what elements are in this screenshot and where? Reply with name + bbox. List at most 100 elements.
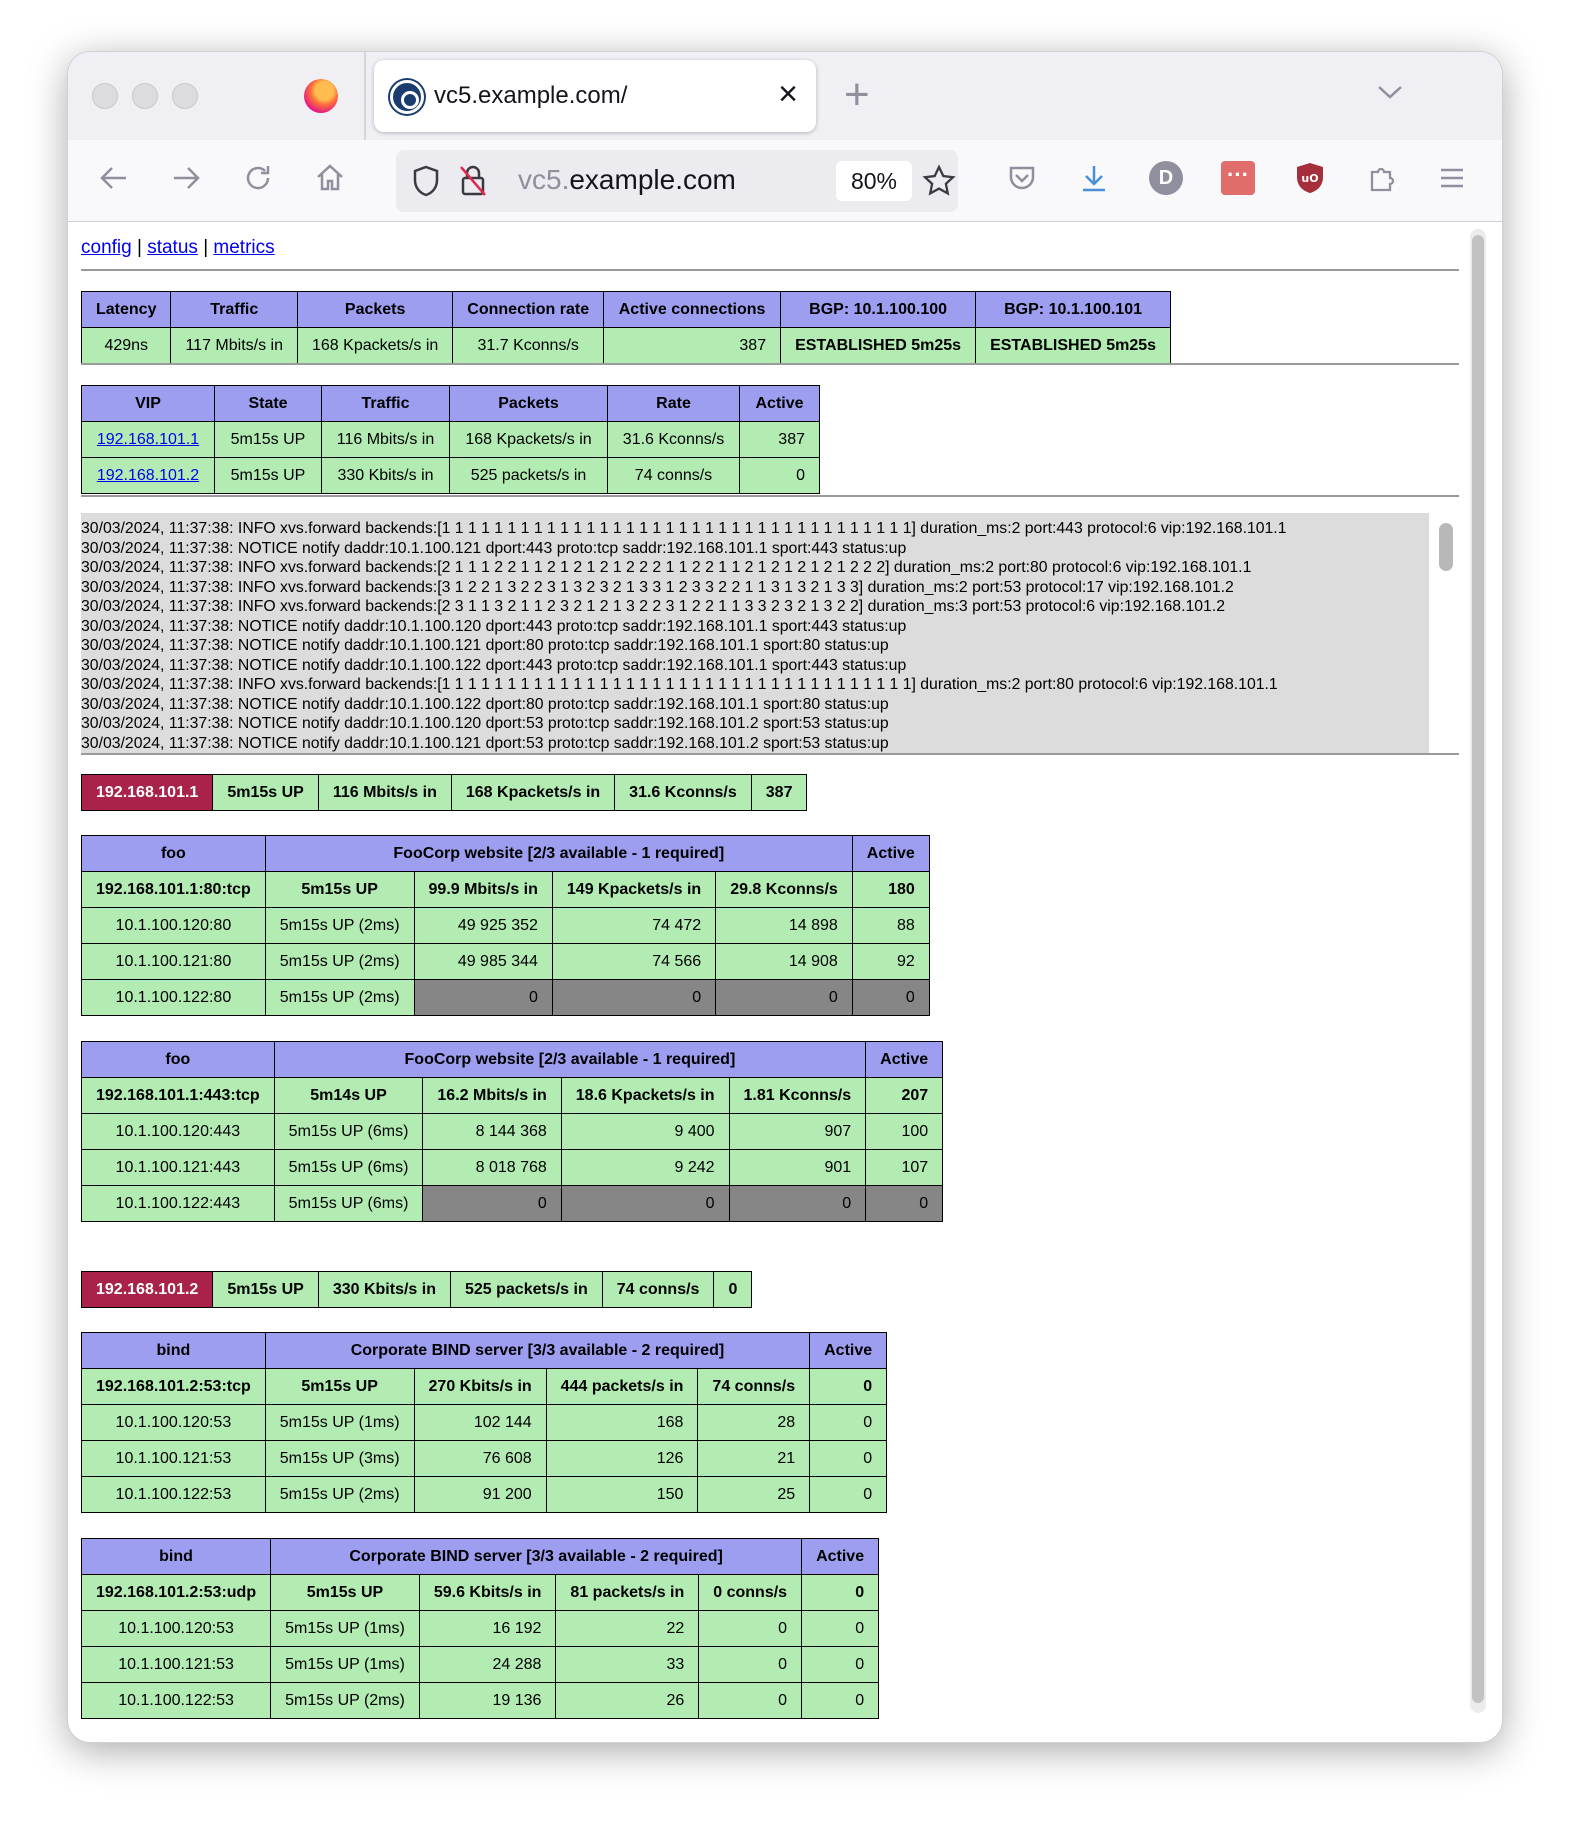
backend-rate: 0 bbox=[728, 1185, 867, 1222]
forward-arrow-icon[interactable] bbox=[166, 158, 206, 198]
service-traffic: 59.6 Kbits/s in bbox=[418, 1574, 557, 1611]
divider bbox=[81, 495, 1459, 497]
maximize-window-button[interactable] bbox=[172, 83, 198, 109]
connection-rate-header: Connection rate bbox=[452, 291, 605, 328]
url-bar[interactable]: vc5.example.com 80% bbox=[396, 150, 958, 212]
backend-traffic: 0 bbox=[422, 1185, 562, 1222]
pocket-icon[interactable] bbox=[1002, 158, 1042, 198]
log-panel[interactable]: 30/03/2024, 11:37:38: INFO xvs.forward b… bbox=[81, 513, 1429, 753]
backend-packets: 0 bbox=[551, 979, 717, 1016]
account-avatar-icon[interactable]: D bbox=[1146, 158, 1186, 198]
backend-address: 10.1.100.121:53 bbox=[81, 1440, 266, 1477]
bgp-peer-2-header: BGP: 10.1.100.101 bbox=[975, 291, 1172, 328]
backend-packets: 9 242 bbox=[560, 1149, 730, 1186]
reload-icon[interactable] bbox=[238, 158, 278, 198]
backend-state: 5m15s UP (6ms) bbox=[273, 1149, 424, 1186]
summary-header-row: Latency Traffic Packets Connection rate … bbox=[80, 291, 1172, 328]
service-description: FooCorp website [2/3 available - 1 requi… bbox=[273, 1041, 867, 1078]
vip-link[interactable]: 192.168.101.1 bbox=[97, 431, 199, 448]
hamburger-menu-icon[interactable] bbox=[1432, 158, 1472, 198]
ublock-extension-icon[interactable]: uO bbox=[1290, 158, 1330, 198]
vip2-status-row: 192.168.101.2 5m15s UP 330 Kbits/s in 52… bbox=[80, 1271, 753, 1308]
vip-traffic: 330 Kbits/s in bbox=[321, 457, 450, 494]
service-table: bind Corporate BIND server [3/3 available… bbox=[80, 1538, 880, 1719]
tracking-shield-icon[interactable] bbox=[410, 164, 442, 198]
backend-state: 5m15s UP (6ms) bbox=[273, 1185, 424, 1222]
backend-state: 5m15s UP (1ms) bbox=[270, 1646, 420, 1683]
backend-rate: 0 bbox=[698, 1682, 803, 1719]
download-icon[interactable] bbox=[1074, 158, 1114, 198]
page-scrollbar-thumb[interactable] bbox=[1472, 235, 1484, 1703]
insecure-lock-icon[interactable] bbox=[458, 164, 488, 198]
password-manager-extension-icon[interactable]: ··· bbox=[1218, 158, 1258, 198]
backend-rate: 14 898 bbox=[715, 907, 853, 944]
service-rate: 0 conns/s bbox=[698, 1574, 803, 1611]
traffic-value: 117 Mbits/s in bbox=[170, 327, 298, 364]
extensions-puzzle-icon[interactable] bbox=[1362, 158, 1402, 198]
url-domain: example.com bbox=[569, 164, 736, 195]
vip-table: VIP State Traffic Packets Rate Active 19… bbox=[81, 385, 820, 494]
nav-separator: | bbox=[203, 237, 209, 258]
log-scrollbar-thumb[interactable] bbox=[1439, 523, 1453, 571]
url-text[interactable]: vc5.example.com bbox=[518, 164, 736, 196]
backend-state: 5m15s UP (2ms) bbox=[264, 907, 415, 944]
backend-row: 10.1.100.121:443 5m15s UP (6ms) 8 018 768 9… bbox=[81, 1149, 944, 1186]
vip2-state: 5m15s UP bbox=[212, 1271, 319, 1308]
service-description: FooCorp website [2/3 available - 1 requi… bbox=[264, 835, 853, 872]
vip-link[interactable]: 192.168.101.2 bbox=[97, 467, 199, 484]
service-active: 0 bbox=[801, 1574, 880, 1611]
backend-row: 10.1.100.120:80 5m15s UP (2ms) 49 925 352 7… bbox=[81, 907, 930, 944]
backend-active: 0 bbox=[809, 1476, 888, 1513]
minimize-window-button[interactable] bbox=[132, 83, 158, 109]
backend-active: 0 bbox=[801, 1682, 880, 1719]
service-rate: 1.81 Kconns/s bbox=[728, 1077, 867, 1114]
backend-active: 0 bbox=[809, 1440, 888, 1477]
service-description: Corporate BIND server [3/3 available - 2… bbox=[270, 1538, 803, 1575]
log-line: 30/03/2024, 11:37:38: NOTICE notify dadd… bbox=[81, 695, 889, 713]
backend-rate: 0 bbox=[698, 1646, 803, 1683]
page-scrollbar[interactable] bbox=[1470, 229, 1486, 1713]
vip2-active: 0 bbox=[713, 1271, 753, 1308]
service-packets: 81 packets/s in bbox=[555, 1574, 700, 1611]
firefox-view-icon[interactable] bbox=[304, 79, 338, 113]
metrics-link[interactable]: metrics bbox=[213, 237, 274, 258]
vip-active: 387 bbox=[739, 421, 820, 458]
service-header-row: bind Corporate BIND server [3/3 available… bbox=[80, 1538, 880, 1575]
service-address: 192.168.101.2:53:tcp bbox=[81, 1368, 266, 1405]
backend-rate: 21 bbox=[697, 1440, 811, 1477]
vip2-packets: 525 packets/s in bbox=[449, 1271, 603, 1308]
bookmark-star-icon[interactable] bbox=[922, 164, 956, 198]
tab-close-icon[interactable]: × bbox=[778, 74, 798, 114]
service-header-row: bind Corporate BIND server [3/3 available… bbox=[81, 1332, 888, 1369]
tab-title: vc5.example.com/ bbox=[434, 82, 628, 109]
browser-tab[interactable]: vc5.example.com/ × bbox=[374, 60, 816, 132]
backend-traffic: 8 018 768 bbox=[422, 1149, 562, 1186]
backend-traffic: 0 bbox=[413, 979, 553, 1016]
back-arrow-icon[interactable] bbox=[94, 158, 134, 198]
new-tab-icon[interactable]: + bbox=[844, 70, 870, 120]
backend-traffic: 49 985 344 bbox=[413, 943, 553, 980]
service-active: 0 bbox=[809, 1368, 888, 1405]
backend-state: 5m15s UP (3ms) bbox=[264, 1440, 415, 1477]
log-line: 30/03/2024, 11:37:38: NOTICE notify dadd… bbox=[81, 734, 889, 752]
backend-row: 10.1.100.122:443 5m15s UP (6ms) 0 0 0 0 bbox=[81, 1185, 944, 1222]
vip1-status-row: 192.168.101.1 5m15s UP 116 Mbits/s in 16… bbox=[80, 774, 808, 811]
browser-window: vc5.example.com/ × + vc5.example.com 80%… bbox=[68, 52, 1502, 1742]
service-rate: 29.8 Kconns/s bbox=[715, 871, 853, 908]
service-state: 5m15s UP bbox=[264, 871, 415, 908]
config-link[interactable]: config bbox=[81, 237, 132, 258]
home-icon[interactable] bbox=[310, 158, 350, 198]
tab-strip: vc5.example.com/ × + bbox=[68, 52, 1502, 140]
backend-row: 10.1.100.122:80 5m15s UP (2ms) 0 0 0 0 bbox=[81, 979, 930, 1016]
navigation-bar: vc5.example.com 80% D ··· uO bbox=[68, 140, 1502, 222]
zoom-level-button[interactable]: 80% bbox=[836, 161, 912, 201]
vip1-packets: 168 Kpackets/s in bbox=[450, 774, 616, 811]
status-link[interactable]: status bbox=[147, 237, 198, 258]
log-line: 30/03/2024, 11:37:38: NOTICE notify dadd… bbox=[81, 637, 889, 654]
backend-row: 10.1.100.121:53 5m15s UP (1ms) 24 288 33 0 0 bbox=[80, 1646, 880, 1683]
tab-list-chevron-down-icon[interactable] bbox=[1376, 78, 1404, 106]
service-table: foo FooCorp website [2/3 available - 1 re… bbox=[81, 835, 930, 1016]
backend-row: 10.1.100.122:53 5m15s UP (2ms) 91 200 150 25… bbox=[81, 1476, 888, 1513]
close-window-button[interactable] bbox=[92, 83, 118, 109]
backend-rate: 901 bbox=[728, 1149, 867, 1186]
